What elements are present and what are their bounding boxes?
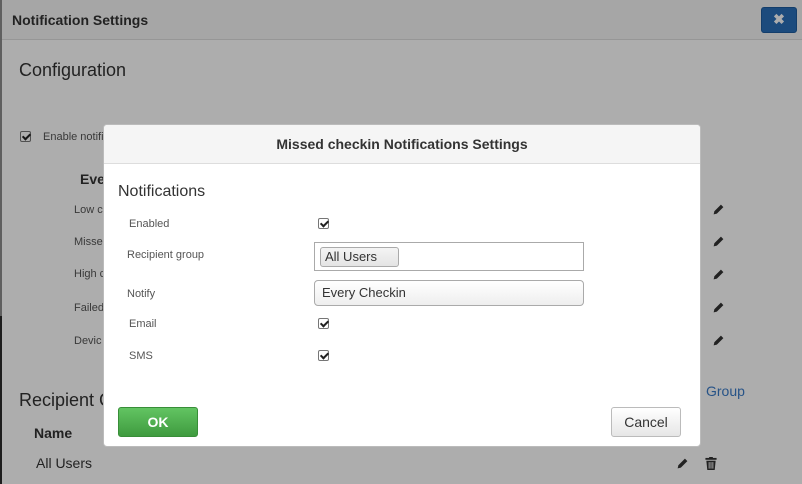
notify-label: Notify <box>127 288 156 300</box>
notify-select[interactable]: Every Checkin <box>314 280 584 306</box>
missed-checkin-settings-modal: Missed checkin Notifications Settings No… <box>103 124 701 447</box>
enabled-checkbox[interactable] <box>318 218 329 229</box>
sms-label: SMS <box>129 350 153 362</box>
modal-header: Missed checkin Notifications Settings <box>104 125 700 164</box>
enabled-label: Enabled <box>129 218 170 230</box>
email-checkbox[interactable] <box>318 318 329 329</box>
ok-button[interactable]: OK <box>118 407 198 437</box>
email-label: Email <box>129 318 157 330</box>
notifications-section-title: Notifications <box>118 183 206 200</box>
cancel-button[interactable]: Cancel <box>611 407 681 437</box>
recipient-group-label: Recipient group <box>127 249 205 261</box>
recipient-group-input[interactable]: All Users <box>314 242 584 271</box>
sms-checkbox[interactable] <box>318 350 329 361</box>
modal-title: Missed checkin Notifications Settings <box>276 136 528 152</box>
recipient-group-tag[interactable]: All Users <box>320 247 399 267</box>
